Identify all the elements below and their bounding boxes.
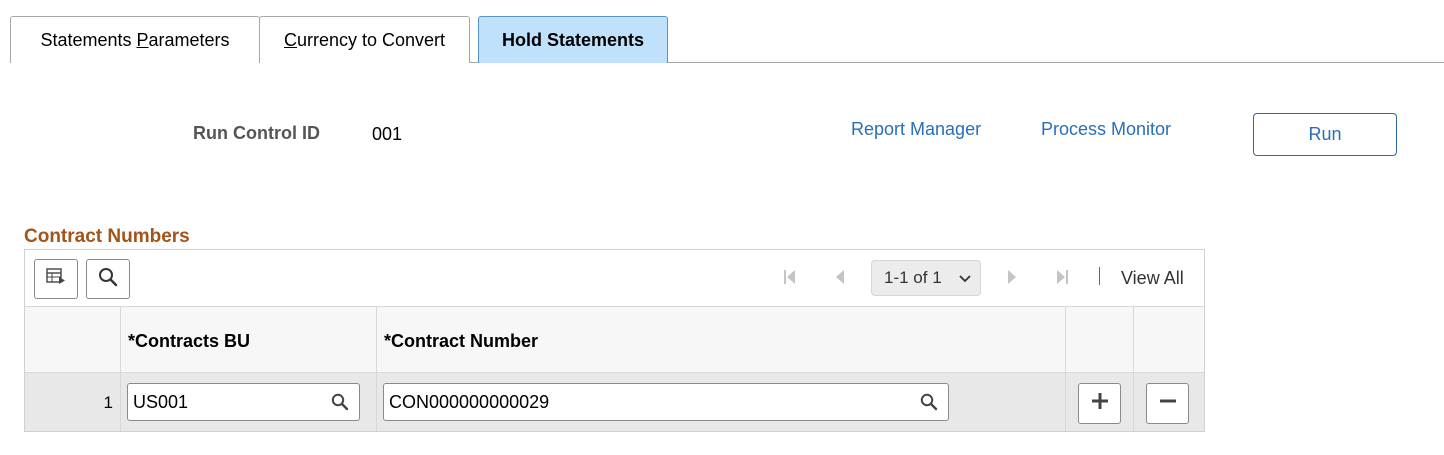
tab-accesskey: C: [283, 29, 297, 50]
tab-label-post: urrency to Convert: [296, 29, 446, 50]
column-divider: [1065, 307, 1066, 431]
tab-label-pre: Statements: [40, 29, 137, 50]
delete-row-icon: [1158, 391, 1178, 416]
run-control-value: 001: [372, 124, 403, 144]
column-header-contracts-bu: *Contracts BU: [128, 331, 251, 351]
toolbar-divider: [1099, 267, 1100, 285]
report-manager-link[interactable]: Report Manager: [851, 119, 981, 140]
last-page-icon[interactable]: [1053, 267, 1071, 287]
next-page-icon[interactable]: [1003, 267, 1021, 287]
column-divider: [376, 307, 377, 431]
lookup-icon[interactable]: [920, 393, 938, 416]
process-monitor-link[interactable]: Process Monitor: [1041, 119, 1171, 140]
contracts-bu-input[interactable]: US001: [127, 383, 360, 421]
contracts-bu-value: US001: [133, 391, 189, 412]
column-divider: [120, 307, 121, 431]
row-number: 1: [103, 393, 113, 412]
contract-numbers-grid: 1-1 of 1 View All *Contracts BU *Contrac…: [24, 249, 1205, 432]
tab-accesskey: P: [136, 29, 149, 50]
page-select-value: 1-1 of 1: [884, 268, 942, 287]
grid-toolbar: 1-1 of 1 View All: [25, 250, 1204, 307]
find-icon: [98, 267, 118, 292]
tab-label-post: arameters: [148, 29, 230, 50]
lookup-icon[interactable]: [331, 393, 349, 416]
view-all-link[interactable]: View All: [1121, 268, 1184, 289]
add-row-button[interactable]: [1078, 383, 1121, 424]
delete-row-button[interactable]: [1146, 383, 1189, 424]
column-divider: [1133, 307, 1134, 431]
tab-statements-parameters[interactable]: Statements Parameters: [10, 16, 260, 63]
run-control-label: Run Control ID: [193, 123, 320, 143]
contract-number-input[interactable]: CON000000000029: [383, 383, 949, 421]
grid-header-row: *Contracts BU *Contract Number: [25, 307, 1204, 373]
add-row-icon: [1090, 391, 1110, 416]
personalize-grid-button[interactable]: [34, 259, 78, 299]
column-header-contract-number: *Contract Number: [384, 331, 539, 351]
find-button[interactable]: [86, 259, 130, 299]
tab-label: Hold Statements: [501, 29, 645, 50]
contract-number-value: CON000000000029: [389, 391, 550, 412]
personalize-grid-icon: [46, 267, 66, 291]
table-row: 1 US001 CON000000000029: [25, 373, 1204, 431]
tab-currency-to-convert[interactable]: Currency to Convert: [259, 16, 470, 63]
first-page-icon[interactable]: [781, 267, 799, 287]
grid-title: Contract Numbers: [24, 226, 190, 247]
tab-hold-statements[interactable]: Hold Statements: [478, 16, 668, 63]
chevron-down-icon: [958, 270, 972, 290]
run-button[interactable]: Run: [1253, 113, 1397, 156]
page-select[interactable]: 1-1 of 1: [871, 260, 981, 296]
previous-page-icon[interactable]: [831, 267, 849, 287]
